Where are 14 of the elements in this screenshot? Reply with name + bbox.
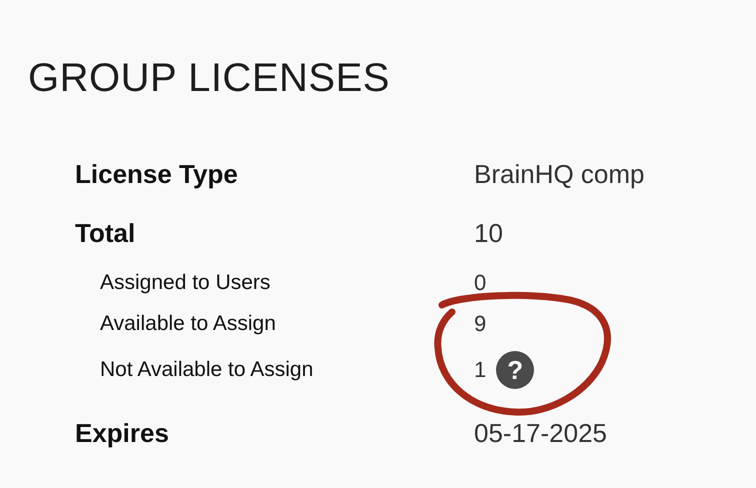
field-label: Total	[75, 218, 136, 248]
help-icon[interactable]: ?	[496, 351, 534, 389]
field-value: 9	[474, 311, 486, 337]
field-label: Available to Assign	[100, 312, 276, 336]
field-value: 0	[474, 270, 486, 296]
field-value: 1	[474, 357, 486, 383]
field-value: 05-17-2025	[474, 418, 607, 448]
field-value: BrainHQ comp	[474, 158, 644, 190]
field-label: License Type	[75, 158, 238, 190]
field-label: Expires	[75, 418, 169, 448]
field-value: 10	[474, 218, 503, 248]
field-label: Not Available to Assign	[100, 358, 314, 382]
section-title: GROUP LICENSES	[28, 55, 391, 102]
field-label: Assigned to Users	[100, 271, 270, 295]
